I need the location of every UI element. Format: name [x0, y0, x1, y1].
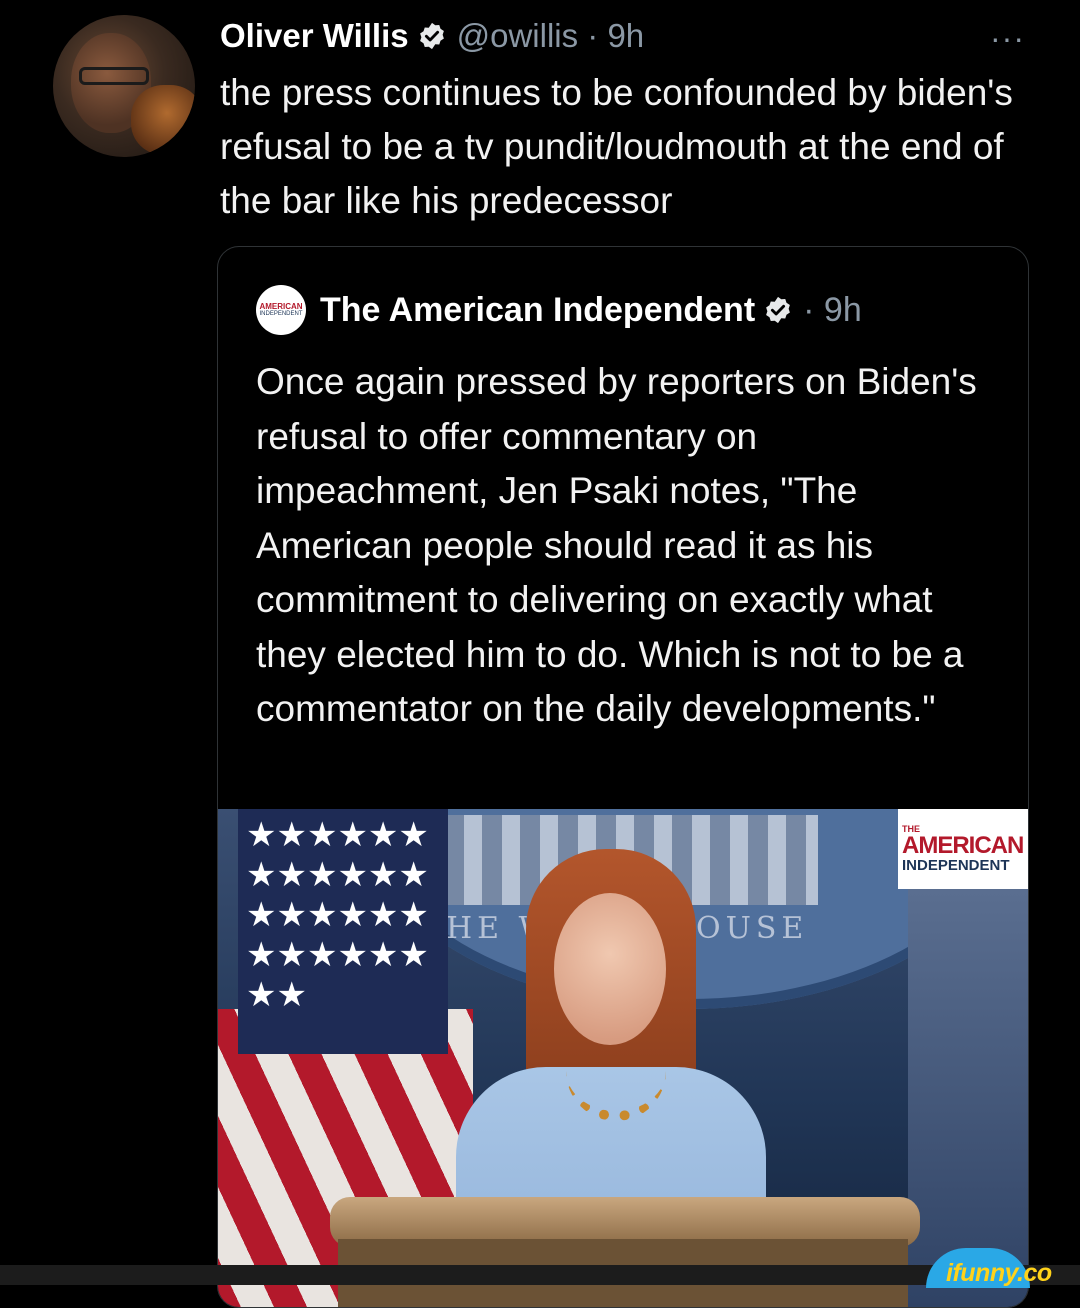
- quoted-tweet-time[interactable]: · 9h: [803, 291, 862, 330]
- quoted-tweet-video[interactable]: HE W OUSE ★★★★★★★★★★★★★★★★★★★★★★★★★★ THE…: [218, 809, 1028, 1307]
- author-name[interactable]: Oliver Willis: [220, 17, 409, 55]
- quoted-author-avatar[interactable]: AMERICAN INDEPENDENT: [256, 285, 306, 335]
- american-independent-watermark: THE AMERICAN INDEPENDENT: [898, 809, 1028, 889]
- tweet-text: the press continues to be confounded by …: [220, 72, 1013, 221]
- ifunny-logo[interactable]: ifunny.co: [946, 1259, 1052, 1288]
- verified-badge-icon: [417, 21, 447, 51]
- more-options-icon[interactable]: ···: [990, 20, 1025, 57]
- quoted-author-name[interactable]: The American Independent: [320, 291, 755, 330]
- tweet-handle-time[interactable]: @owillis · 9h: [457, 17, 645, 55]
- quoted-tweet-text: Once again pressed by reporters on Biden…: [256, 361, 977, 729]
- quoted-avatar-logo-line1: AMERICAN: [259, 302, 303, 311]
- flag-stars: ★★★★★★★★★★★★★★★★★★★★★★★★★★: [238, 809, 448, 1054]
- avatar-glasses: [79, 67, 149, 85]
- quoted-tweet-header: AMERICAN INDEPENDENT The American Indepe…: [256, 285, 862, 335]
- person-face: [554, 893, 666, 1045]
- ifunny-footer-bar: [0, 1265, 1080, 1285]
- watermark-line3: INDEPENDENT: [902, 857, 1010, 874]
- avatar-dog: [131, 85, 195, 155]
- quoted-tweet-card[interactable]: AMERICAN INDEPENDENT The American Indepe…: [217, 246, 1029, 1308]
- background-panel: [908, 889, 1028, 1307]
- watermark-line2: AMERICAN: [902, 832, 1024, 859]
- verified-badge-icon: [763, 295, 793, 325]
- tweet-header: Oliver Willis @owillis · 9h: [220, 12, 644, 60]
- quoted-avatar-logo-line2: INDEPENDENT: [259, 311, 303, 317]
- author-avatar[interactable]: [53, 15, 195, 157]
